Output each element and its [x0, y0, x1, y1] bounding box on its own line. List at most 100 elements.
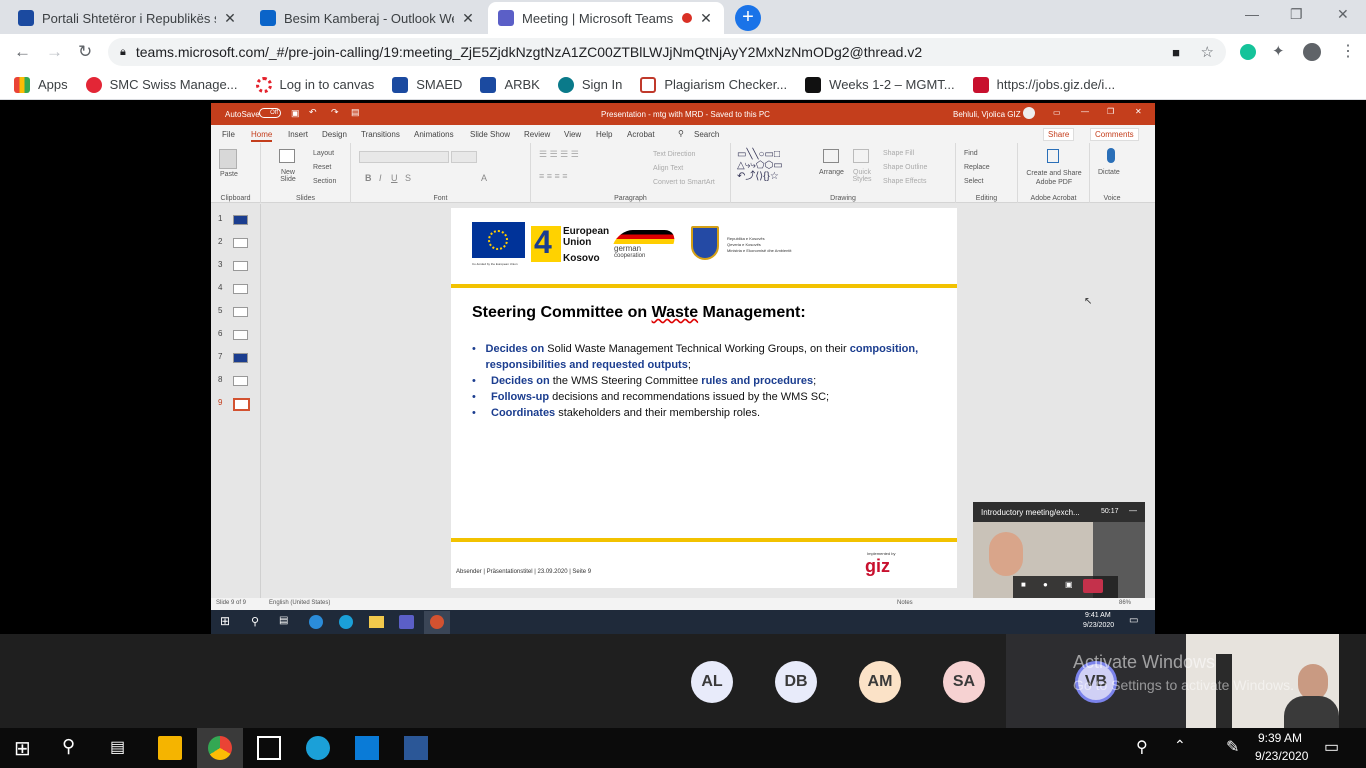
slide-thumbnail-selected[interactable] — [233, 398, 250, 411]
menu-help[interactable]: Help — [596, 130, 612, 139]
notes-button[interactable]: Notes — [897, 600, 913, 606]
menu-slideshow[interactable]: Slide Show — [470, 130, 510, 139]
tab-kosovo-portal[interactable]: Portali Shtetëror i Republikës së Kosovë… — [8, 2, 248, 34]
quick-styles-icon[interactable] — [853, 149, 869, 163]
menu-icon[interactable]: ⋮ — [1340, 41, 1356, 61]
redo-icon[interactable]: ↷ — [331, 107, 339, 118]
bullets-icon[interactable]: ☰ ☰ ☰ ☰ — [539, 149, 579, 160]
reset-button[interactable]: Reset — [313, 164, 331, 171]
window-close-icon[interactable]: ✕ — [1337, 6, 1349, 23]
bookmark-signin[interactable]: Sign In — [557, 76, 622, 93]
bookmark-canvas[interactable]: Log in to canvas — [255, 76, 374, 93]
pen-icon[interactable]: ✎ — [1226, 737, 1239, 757]
bookmark-plagiarism[interactable]: Plagiarism Checker... — [640, 76, 787, 93]
participant-avatar[interactable]: AM — [859, 661, 901, 703]
menu-file[interactable]: File — [222, 130, 235, 139]
action-center-icon[interactable]: ▭ — [1324, 737, 1339, 757]
replace-button[interactable]: Replace — [964, 164, 990, 171]
clock-time[interactable]: 9:39 AM — [1258, 731, 1302, 745]
grammarly-icon[interactable] — [1240, 44, 1256, 60]
align-icons[interactable]: ≡ ≡ ≡ ≡ — [539, 171, 568, 181]
chrome-icon[interactable] — [208, 736, 232, 760]
bold-icon[interactable]: B — [365, 173, 372, 183]
forward-icon[interactable]: → — [46, 42, 63, 62]
close-icon[interactable]: ✕ — [460, 10, 476, 27]
bookmark-giz[interactable]: https://jobs.giz.de/i... — [972, 76, 1115, 93]
save-icon[interactable]: ▣ — [291, 108, 300, 119]
chevron-up-icon[interactable]: ⌃ — [1174, 737, 1186, 754]
task-view-icon[interactable]: ▤ — [110, 737, 125, 757]
menu-design[interactable]: Design — [322, 130, 347, 139]
bookmark-star-icon[interactable]: ☆ — [1201, 43, 1214, 61]
word-icon[interactable] — [404, 736, 428, 760]
slide-thumbnail[interactable] — [233, 215, 248, 225]
paste-icon[interactable] — [219, 149, 237, 169]
share-screen-icon[interactable]: ▣ — [1065, 580, 1073, 589]
font-size-select[interactable] — [451, 151, 477, 163]
video-minimize-icon[interactable]: — — [1129, 506, 1137, 515]
address-bar[interactable]: 🔒︎ teams.microsoft.com/_#/pre-join-calli… — [108, 38, 1226, 66]
arrange-icon[interactable] — [823, 149, 839, 163]
slide-thumbnail[interactable] — [233, 238, 248, 248]
reload-icon[interactable]: ↻ — [78, 42, 92, 62]
close-icon[interactable]: ✕ — [1135, 107, 1142, 116]
bookmark-weeks[interactable]: Weeks 1-2 – MGMT... — [805, 76, 955, 93]
ribbon-display-icon[interactable]: ▭ — [1053, 108, 1061, 117]
new-tab-button[interactable]: + — [735, 5, 761, 31]
slide-thumbnail[interactable] — [233, 353, 248, 363]
window-icon[interactable] — [257, 736, 281, 760]
minimize-icon[interactable]: — — [1081, 107, 1089, 116]
section-button[interactable]: Section — [313, 178, 336, 185]
italic-icon[interactable]: I — [379, 173, 382, 183]
microphone-icon[interactable] — [1107, 148, 1115, 163]
menu-view[interactable]: View — [564, 130, 581, 139]
strikethrough-icon[interactable]: S — [405, 173, 411, 183]
underline-icon[interactable]: U — [391, 173, 398, 183]
quick-styles-label[interactable]: Quick Styles — [849, 169, 875, 183]
new-slide-icon[interactable] — [279, 149, 295, 163]
slide-thumbnail[interactable] — [233, 376, 248, 386]
menu-review[interactable]: Review — [524, 130, 550, 139]
slide-thumbnail[interactable] — [233, 284, 248, 294]
store-icon[interactable] — [158, 736, 182, 760]
participant-avatar[interactable]: AL — [691, 661, 733, 703]
slide-thumbnail[interactable] — [233, 330, 248, 340]
camera-icon[interactable]: ■ — [1172, 45, 1180, 60]
bookmark-arbk[interactable]: ARBK — [480, 76, 540, 93]
menu-acrobat[interactable]: Acrobat — [627, 130, 655, 139]
microphone-icon[interactable]: ● — [1043, 580, 1048, 589]
back-icon[interactable]: ← — [14, 42, 31, 62]
menu-transitions[interactable]: Transitions — [361, 130, 400, 139]
adobe-pdf-icon[interactable] — [1047, 149, 1059, 163]
mail-icon[interactable] — [355, 736, 379, 760]
profile-icon[interactable] — [1303, 43, 1321, 61]
slide-thumbnail[interactable] — [233, 307, 248, 317]
participant-avatar[interactable]: SA — [943, 661, 985, 703]
new-slide-label[interactable]: New Slide — [275, 169, 301, 183]
find-button[interactable]: Find — [964, 150, 978, 157]
close-icon[interactable]: ✕ — [222, 10, 238, 27]
slide-thumbnail[interactable] — [233, 261, 248, 271]
edge-icon[interactable] — [306, 736, 330, 760]
text-direction-button[interactable]: Text Direction — [653, 151, 695, 158]
shape-outline-button[interactable]: Shape Outline — [883, 164, 927, 171]
shapes-gallery-icon[interactable]: ▭╲╲○▭□ △⤷⤷⬠⬡▭ ↶⤴︎⟨⟩{}☆ — [737, 149, 817, 182]
bookmark-smc[interactable]: SMC Swiss Manage... — [85, 76, 238, 93]
convert-smartart-button[interactable]: Convert to SmartArt — [653, 179, 715, 186]
undo-icon[interactable]: ↶ — [309, 107, 317, 118]
ppt-search[interactable]: Search — [694, 130, 719, 139]
people-icon[interactable]: ⚲ — [1136, 737, 1148, 757]
restore-icon[interactable]: ❐ — [1290, 6, 1303, 23]
restore-icon[interactable]: ❐ — [1107, 107, 1114, 116]
participant-avatar[interactable]: DB — [775, 661, 817, 703]
align-text-button[interactable]: Align Text — [653, 165, 683, 172]
bookmark-apps[interactable]: Apps — [14, 76, 68, 93]
tab-outlook[interactable]: Besim Kamberaj - Outlook Web App ✕ — [250, 2, 486, 34]
minimize-icon[interactable]: — — [1245, 6, 1259, 22]
slideshow-icon[interactable]: ▤ — [351, 107, 360, 118]
dictate-button[interactable]: Dictate — [1098, 169, 1120, 176]
close-icon[interactable]: ✕ — [698, 10, 714, 27]
create-share-pdf-button[interactable]: Create and Share Adobe PDF — [1020, 169, 1088, 187]
bookmark-smaed[interactable]: SMAED — [392, 76, 462, 93]
shape-fill-button[interactable]: Shape Fill — [883, 150, 914, 157]
